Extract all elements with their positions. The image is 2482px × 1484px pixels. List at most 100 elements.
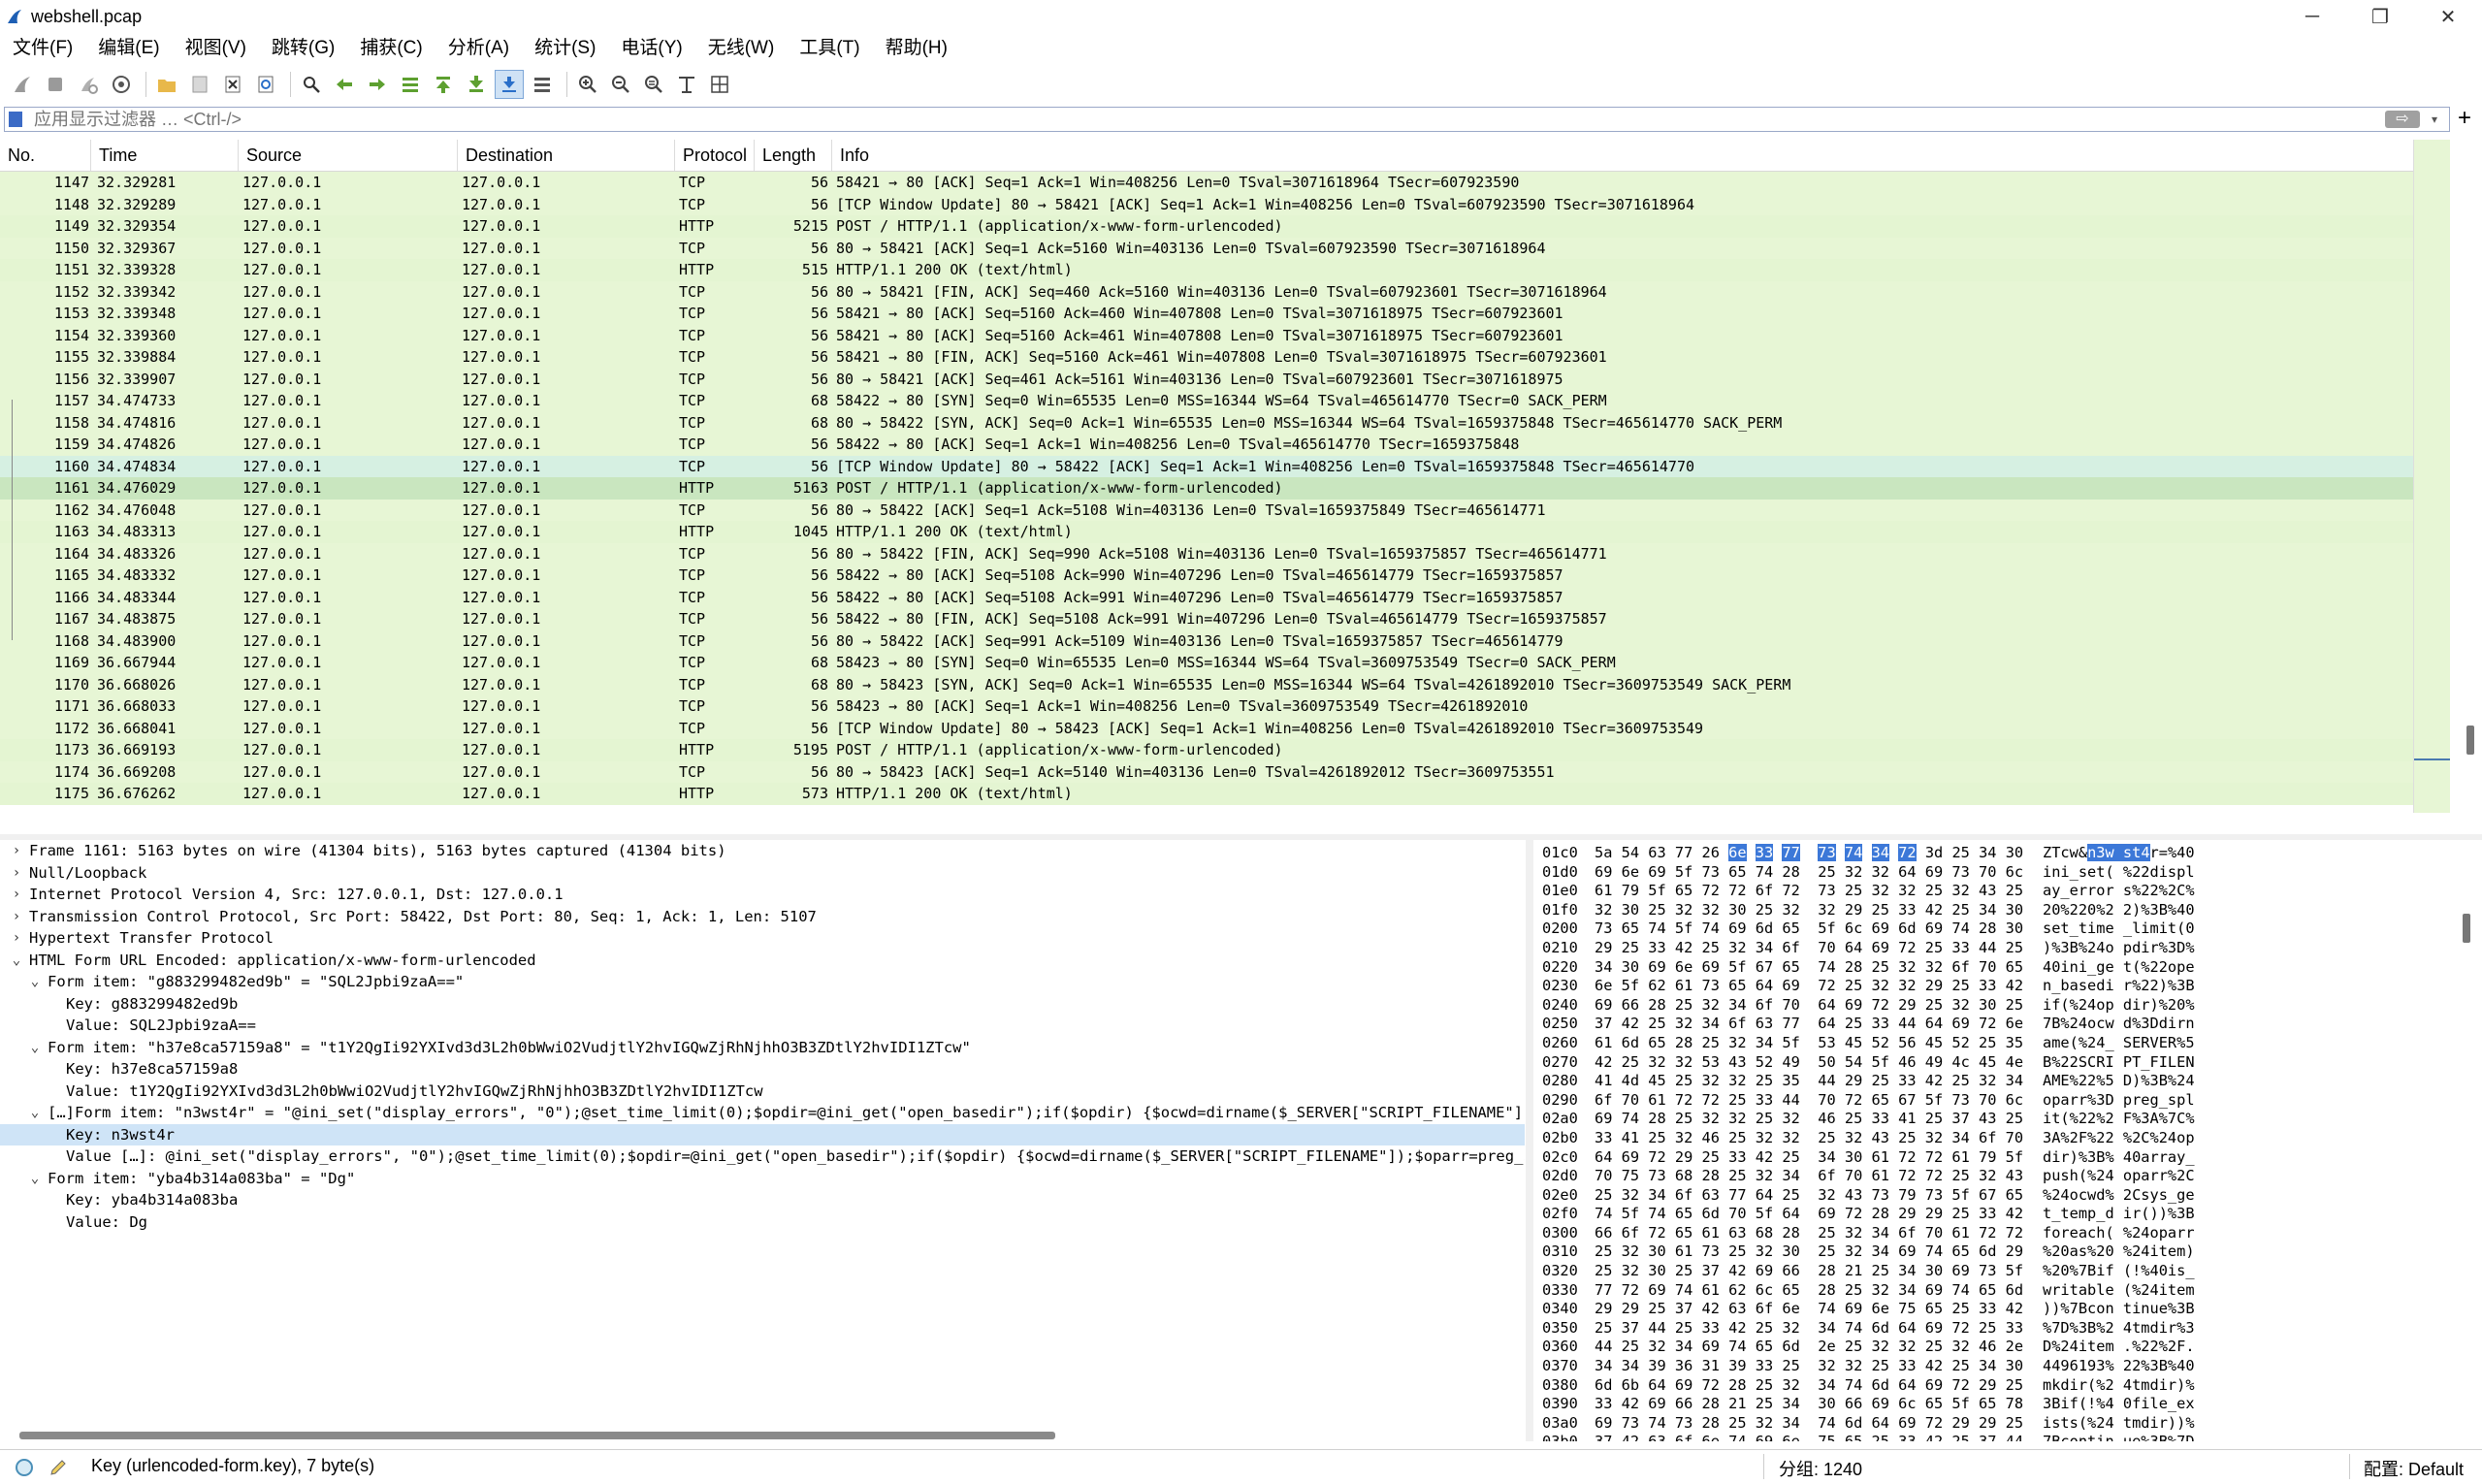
add-filter-button[interactable]: + <box>2455 105 2474 132</box>
column-source[interactable]: Source <box>239 140 458 171</box>
bytes-row[interactable]: 0200 73 65 74 5f 74 69 6d 65 5f 6c 69 6d … <box>1534 919 2482 939</box>
display-filter-input[interactable] <box>34 108 2342 131</box>
filter-history-dropdown[interactable]: ▾ <box>2426 111 2443 128</box>
bytes-row[interactable]: 0370 34 34 39 36 31 39 33 25 32 32 25 33 … <box>1534 1357 2482 1376</box>
details-tree-item[interactable]: Value: t1Y2QgIi92YXIvd3d3L2h0bWwiO2Vudjt… <box>0 1081 1525 1103</box>
packet-row[interactable]: 1170 36.668026 127.0.0.1 127.0.0.1 TCP 68 80 →… <box>0 673 2413 695</box>
go-last-icon[interactable] <box>462 70 491 99</box>
column-destination[interactable]: Destination <box>458 140 675 171</box>
apply-filter-button[interactable]: ⇨ <box>2385 111 2420 128</box>
go-forward-icon[interactable] <box>363 70 392 99</box>
expand-arrow-icon[interactable]: ⌄ <box>28 1037 42 1059</box>
zoom-in-icon[interactable] <box>573 70 602 99</box>
details-tree-item[interactable]: › Internet Protocol Version 4, Src: 127.0… <box>0 884 1525 906</box>
packet-minimap[interactable] <box>2413 140 2451 813</box>
details-tree-item[interactable]: Key: n3wst4r <box>0 1123 1525 1145</box>
menu-telephony[interactable]: 电话(Y) <box>608 33 694 64</box>
packet-row[interactable]: 1158 34.474816 127.0.0.1 127.0.0.1 TCP 68 80 →… <box>0 411 2413 434</box>
packet-row[interactable]: 1171 36.668033 127.0.0.1 127.0.0.1 TCP 56 5842… <box>0 695 2413 718</box>
bytes-row[interactable]: 0270 42 25 32 32 53 43 52 49 50 54 5f 46 … <box>1534 1053 2482 1073</box>
packet-row[interactable]: 1162 34.476048 127.0.0.1 127.0.0.1 TCP 56 80 →… <box>0 499 2413 521</box>
packet-row[interactable]: 1159 34.474826 127.0.0.1 127.0.0.1 TCP 56 5842… <box>0 434 2413 456</box>
details-tree-item[interactable]: ⌄ HTML Form URL Encoded: application/x-ww… <box>0 950 1525 972</box>
menu-analyze[interactable]: 分析(A) <box>435 33 522 64</box>
close-button[interactable]: ✕ <box>2414 0 2482 33</box>
expert-info-icon[interactable] <box>16 1459 33 1476</box>
scroll-thumb[interactable] <box>19 1432 1055 1439</box>
bytes-row[interactable]: 01e0 61 79 5f 65 72 72 6f 72 73 25 32 32 … <box>1534 882 2482 901</box>
go-first-icon[interactable] <box>429 70 458 99</box>
packet-row[interactable]: 1156 32.339907 127.0.0.1 127.0.0.1 TCP 56 80 →… <box>0 368 2413 390</box>
bytes-row[interactable]: 03b0 37 42 63 6f 6e 74 69 6e 75 65 25 33 … <box>1534 1433 2482 1441</box>
column-length[interactable]: Length <box>755 140 832 171</box>
bytes-row[interactable]: 0300 66 6f 72 65 61 63 68 28 25 32 34 6f … <box>1534 1224 2482 1243</box>
menu-tools[interactable]: 工具(T) <box>787 33 872 64</box>
resize-columns-icon[interactable] <box>672 70 701 99</box>
maximize-button[interactable]: ❐ <box>2346 0 2414 33</box>
menu-edit[interactable]: 编辑(E) <box>85 33 172 64</box>
bytes-row[interactable]: 0310 25 32 30 61 73 25 32 30 25 32 34 69 … <box>1534 1242 2482 1262</box>
packet-row[interactable]: 1175 36.676262 127.0.0.1 127.0.0.1 HTTP 573 HT… <box>0 783 2413 805</box>
details-tree-item[interactable]: › Transmission Control Protocol, Src Port… <box>0 906 1525 928</box>
reload-icon[interactable] <box>251 70 280 99</box>
packet-row[interactable]: 1147 32.329281 127.0.0.1 127.0.0.1 TCP 56 5842… <box>0 172 2413 194</box>
column-protocol[interactable]: Protocol <box>675 140 755 171</box>
packet-row[interactable]: 1154 32.339360 127.0.0.1 127.0.0.1 TCP 56 5842… <box>0 324 2413 346</box>
menu-go[interactable]: 跳转(G) <box>259 33 347 64</box>
packet-row[interactable]: 1150 32.329367 127.0.0.1 127.0.0.1 TCP 56 80 →… <box>0 237 2413 259</box>
collapse-arrow-icon[interactable]: › <box>10 862 23 885</box>
packet-row[interactable]: 1160 34.474834 127.0.0.1 127.0.0.1 TCP 56 [TCP… <box>0 455 2413 477</box>
expand-arrow-icon[interactable]: ⌄ <box>28 971 42 993</box>
bytes-row[interactable]: 0280 41 4d 45 25 32 32 25 35 44 29 25 33 … <box>1534 1072 2482 1091</box>
bytes-row[interactable]: 02a0 69 74 28 25 32 32 25 32 46 25 33 41 … <box>1534 1110 2482 1129</box>
packet-row[interactable]: 1166 34.483344 127.0.0.1 127.0.0.1 TCP 56 5842… <box>0 586 2413 608</box>
expand-arrow-icon[interactable]: ⌄ <box>10 950 23 972</box>
find-icon[interactable] <box>297 70 326 99</box>
close-file-icon[interactable] <box>218 70 247 99</box>
bytes-row[interactable]: 0290 6f 70 61 72 72 25 33 44 70 72 65 67 … <box>1534 1091 2482 1111</box>
save-file-icon[interactable] <box>185 70 214 99</box>
details-tree-item[interactable]: ⌄ Form item: "yba4b314a083ba" = "Dg" <box>0 1168 1525 1190</box>
packet-row[interactable]: 1167 34.483875 127.0.0.1 127.0.0.1 TCP 56 5842… <box>0 608 2413 630</box>
column-no[interactable]: No. <box>0 140 91 171</box>
bytes-row[interactable]: 0220 34 30 69 6e 69 5f 67 65 74 28 25 32 … <box>1534 958 2482 978</box>
details-tree-item[interactable]: › Null/Loopback <box>0 862 1525 885</box>
expand-arrow-icon[interactable]: ⌄ <box>28 1168 42 1190</box>
go-back-icon[interactable] <box>330 70 359 99</box>
restart-icon[interactable] <box>74 70 103 99</box>
details-tree-item[interactable]: › Frame 1161: 5163 bytes on wire (41304 b… <box>0 840 1525 862</box>
packet-row[interactable]: 1169 36.667944 127.0.0.1 127.0.0.1 TCP 68 5842… <box>0 652 2413 674</box>
bytes-row[interactable]: 01c0 5a 54 63 77 26 6e 33 77 73 74 34 72 … <box>1534 844 2482 863</box>
details-tree-item[interactable]: › Hypertext Transfer Protocol <box>0 927 1525 950</box>
menu-view[interactable]: 视图(V) <box>173 33 259 64</box>
details-tree-item[interactable]: ⌄ […]Form item: "n3wst4r" = "@ini_set("di… <box>0 1102 1525 1124</box>
bytes-row[interactable]: 0360 44 25 32 34 69 74 65 6d 2e 25 32 32 … <box>1534 1338 2482 1357</box>
bytes-row[interactable]: 02d0 70 75 73 68 28 25 32 34 6f 70 61 72 … <box>1534 1167 2482 1186</box>
layout-icon[interactable] <box>705 70 734 99</box>
capture-options-icon[interactable] <box>107 70 136 99</box>
packet-row[interactable]: 1148 32.329289 127.0.0.1 127.0.0.1 TCP 56 [TCP… <box>0 193 2413 215</box>
go-to-packet-icon[interactable] <box>396 70 425 99</box>
collapse-arrow-icon[interactable]: › <box>10 884 23 906</box>
bytes-row[interactable]: 01d0 69 6e 69 5f 73 65 74 28 25 32 32 64 … <box>1534 863 2482 883</box>
packet-row[interactable]: 1165 34.483332 127.0.0.1 127.0.0.1 TCP 56 5842… <box>0 565 2413 587</box>
details-tree-item[interactable]: Value: SQL2Jpbi9zaA== <box>0 1015 1525 1037</box>
shark-fin-start-icon[interactable] <box>8 70 37 99</box>
packet-row[interactable]: 1173 36.669193 127.0.0.1 127.0.0.1 HTTP 5195 P… <box>0 739 2413 761</box>
bytes-row[interactable]: 02f0 74 5f 74 65 6d 70 5f 64 69 72 28 29 … <box>1534 1205 2482 1224</box>
scroll-thumb[interactable] <box>2466 726 2474 755</box>
collapse-arrow-icon[interactable]: › <box>10 927 23 950</box>
bytes-row[interactable]: 0380 6d 6b 64 69 72 28 25 32 34 74 6d 64 … <box>1534 1376 2482 1396</box>
edit-comment-icon[interactable] <box>48 1458 70 1477</box>
collapse-arrow-icon[interactable]: › <box>10 840 23 862</box>
colorize-icon[interactable] <box>528 70 557 99</box>
bytes-row[interactable]: 0390 33 42 69 66 28 21 25 34 30 66 69 6c … <box>1534 1395 2482 1414</box>
packet-row[interactable]: 1152 32.339342 127.0.0.1 127.0.0.1 TCP 56 80 →… <box>0 280 2413 303</box>
bytes-row[interactable]: 0330 77 72 69 74 61 62 6c 65 28 25 32 34 … <box>1534 1281 2482 1301</box>
packet-row[interactable]: 1174 36.669208 127.0.0.1 127.0.0.1 TCP 56 80 →… <box>0 760 2413 783</box>
menu-statistics[interactable]: 统计(S) <box>522 33 608 64</box>
bytes-row[interactable]: 0340 29 29 25 37 42 63 6f 6e 74 69 6e 75 … <box>1534 1300 2482 1319</box>
details-tree-item[interactable]: Key: g883299482ed9b <box>0 993 1525 1016</box>
bytes-row[interactable]: 01f0 32 30 25 32 32 30 25 32 32 29 25 33 … <box>1534 901 2482 920</box>
status-profile[interactable]: 配置: Default <box>2364 1456 2464 1481</box>
